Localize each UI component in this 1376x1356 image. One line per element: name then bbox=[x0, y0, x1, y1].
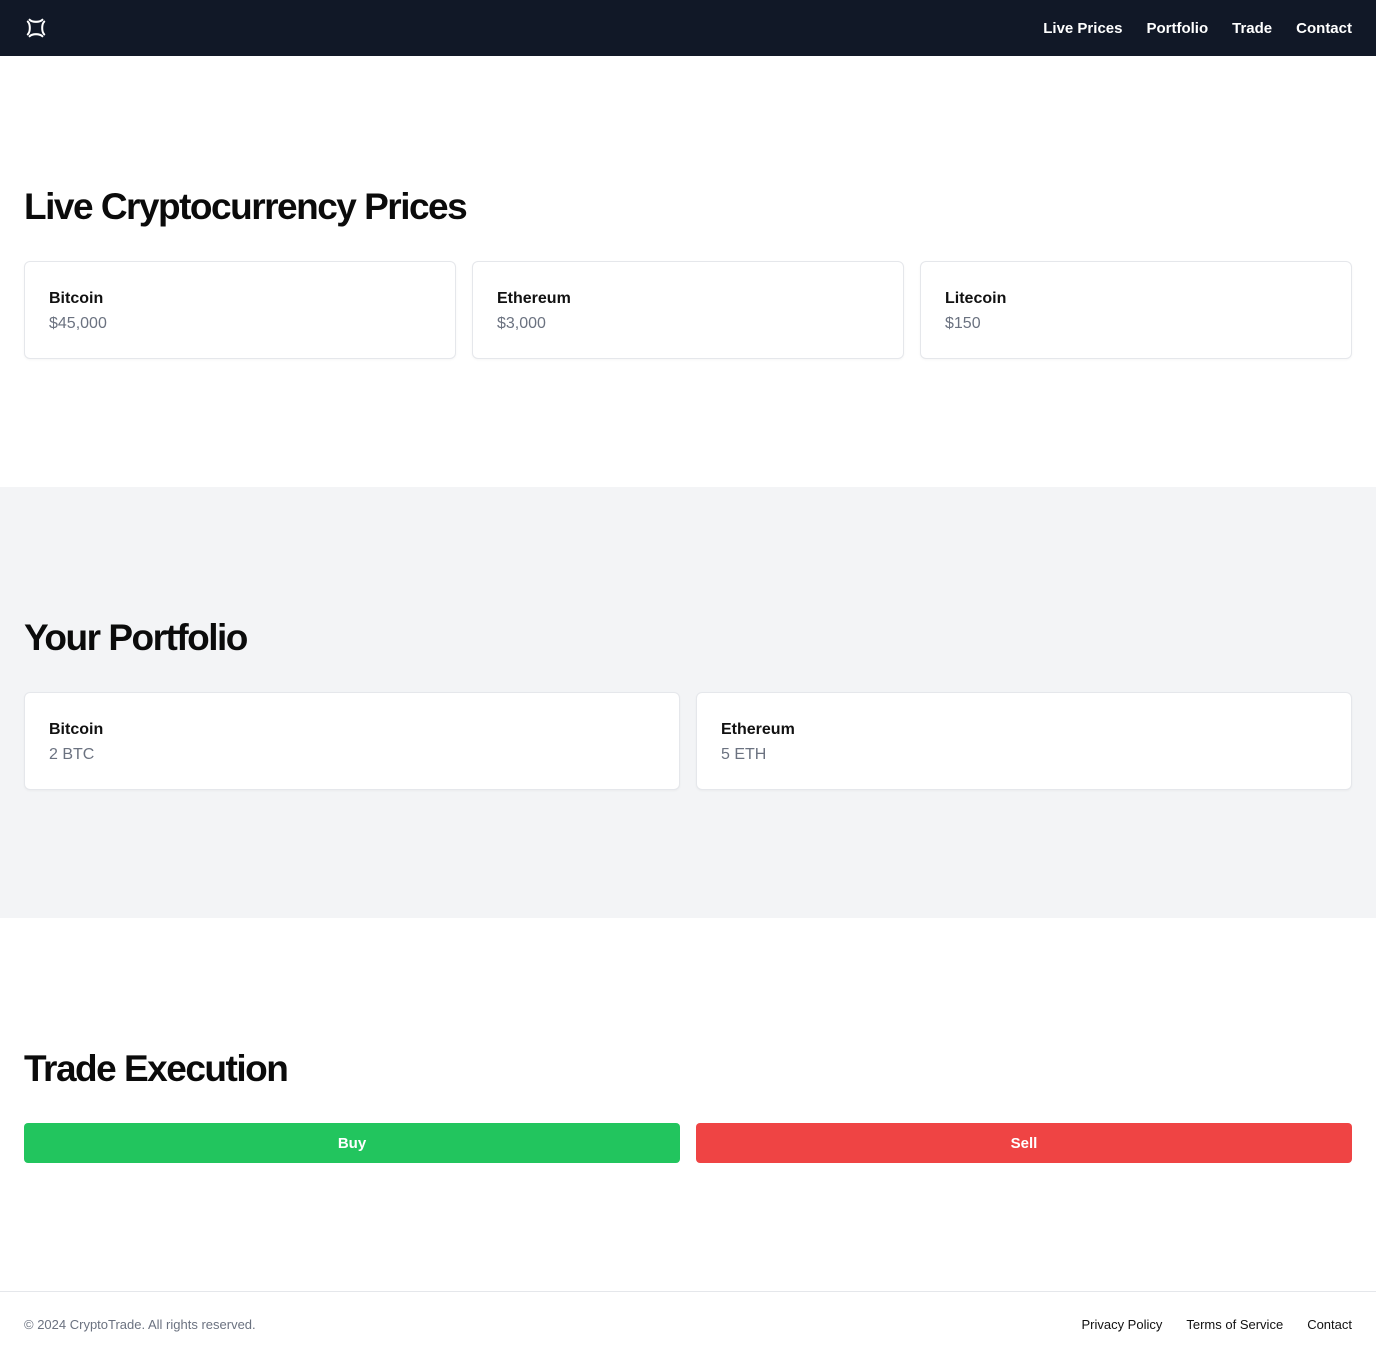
holding-amount: 2 BTC bbox=[49, 746, 95, 763]
coin-price: $150 bbox=[945, 315, 981, 332]
top-navbar: Live Prices Portfolio Trade Contact bbox=[0, 0, 1376, 56]
nav-trade[interactable]: Trade bbox=[1232, 20, 1272, 37]
buy-button[interactable]: Buy bbox=[24, 1123, 680, 1163]
holding-name: Bitcoin bbox=[49, 721, 104, 738]
trade-section: Trade Execution Buy Sell bbox=[0, 918, 1376, 1291]
footer-link-contact[interactable]: Contact bbox=[1307, 1317, 1352, 1332]
portfolio-card-ethereum: Ethereum 5 ETH bbox=[696, 692, 1352, 790]
holding-name: Ethereum bbox=[721, 721, 795, 738]
copyright-text: © 2024 CryptoTrade. All rights reserved. bbox=[24, 1316, 256, 1332]
price-card-ethereum: Ethereum $3,000 bbox=[472, 261, 904, 359]
nav-live-prices[interactable]: Live Prices bbox=[1043, 20, 1122, 37]
footer-link-privacy[interactable]: Privacy Policy bbox=[1081, 1317, 1162, 1332]
live-prices-section: Live Cryptocurrency Prices Bitcoin $45,0… bbox=[0, 56, 1376, 487]
footer-links: Privacy Policy Terms of Service Contact bbox=[1081, 1317, 1352, 1332]
nav-portfolio[interactable]: Portfolio bbox=[1146, 20, 1208, 37]
trade-title: Trade Execution bbox=[24, 1048, 289, 1089]
portfolio-cards: Bitcoin 2 BTC Ethereum 5 ETH bbox=[24, 692, 1352, 790]
portfolio-card-bitcoin: Bitcoin 2 BTC bbox=[24, 692, 680, 790]
price-card-bitcoin: Bitcoin $45,000 bbox=[24, 261, 456, 359]
holding-amount: 5 ETH bbox=[721, 746, 767, 763]
footer-link-terms[interactable]: Terms of Service bbox=[1186, 1317, 1283, 1332]
coin-price: $45,000 bbox=[49, 315, 107, 332]
sell-button[interactable]: Sell bbox=[696, 1123, 1352, 1163]
coin-price: $3,000 bbox=[497, 315, 546, 332]
price-card-litecoin: Litecoin $150 bbox=[920, 261, 1352, 359]
main-nav: Live Prices Portfolio Trade Contact bbox=[1043, 20, 1352, 37]
portfolio-title: Your Portfolio bbox=[24, 617, 248, 658]
price-cards: Bitcoin $45,000 Ethereum $3,000 Litecoin… bbox=[24, 261, 1352, 359]
brand-logo-icon[interactable] bbox=[24, 16, 48, 40]
coin-name: Ethereum bbox=[497, 290, 571, 307]
nav-contact[interactable]: Contact bbox=[1296, 20, 1352, 37]
coin-name: Bitcoin bbox=[49, 290, 104, 307]
site-footer: © 2024 CryptoTrade. All rights reserved.… bbox=[0, 1291, 1376, 1356]
live-prices-title: Live Cryptocurrency Prices bbox=[24, 186, 468, 227]
coin-name: Litecoin bbox=[945, 290, 1007, 307]
trade-actions: Buy Sell bbox=[24, 1123, 1352, 1163]
portfolio-section: Your Portfolio Bitcoin 2 BTC Ethereum 5 … bbox=[0, 487, 1376, 918]
